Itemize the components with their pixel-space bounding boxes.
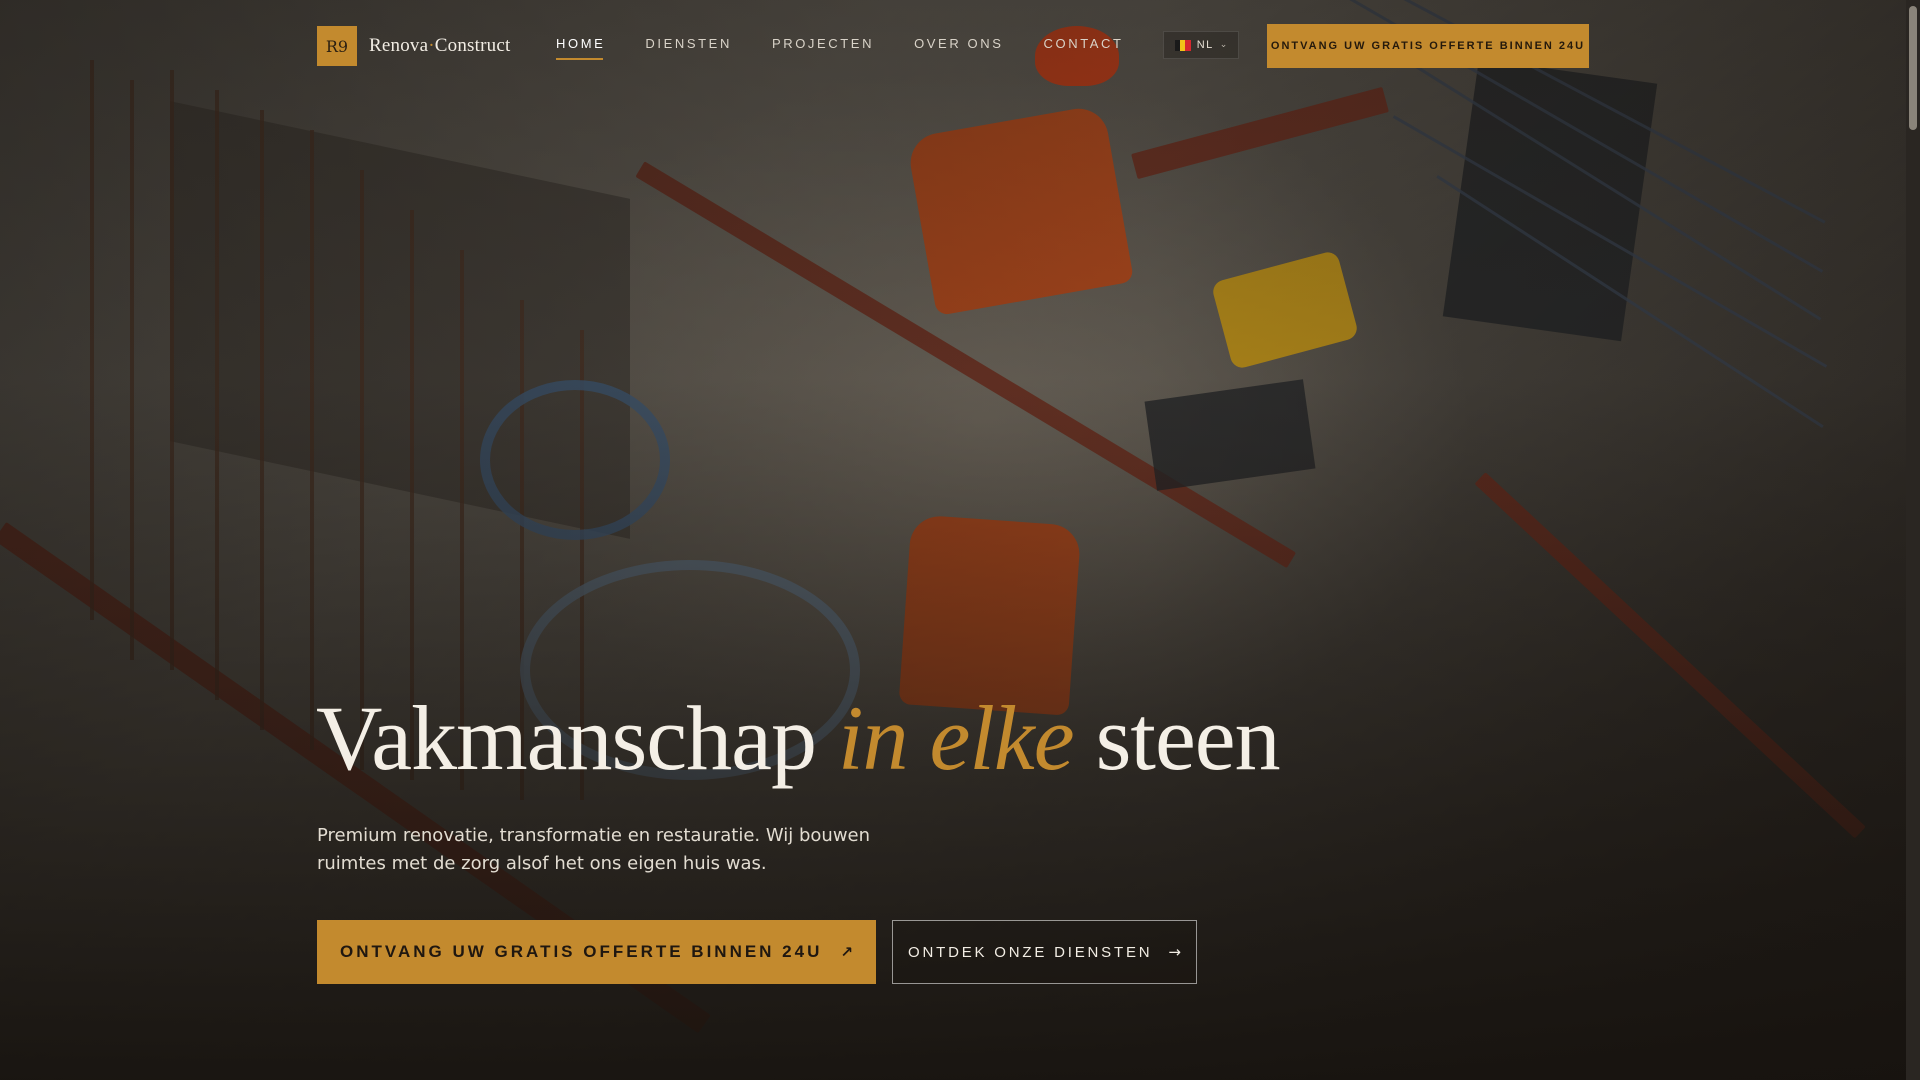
logo-name-part1: Renova bbox=[369, 35, 429, 56]
nav-item-home[interactable]: HOME bbox=[556, 36, 605, 60]
site-header: R9 Renova·Construct HOME DIENSTEN PROJEC… bbox=[0, 0, 1906, 92]
logo-mark: R9 bbox=[317, 26, 357, 66]
scrollbar[interactable] bbox=[1906, 0, 1920, 1080]
nav-item-over-ons[interactable]: OVER ONS bbox=[914, 36, 1003, 51]
hero-title: Vakmanschap in elke steen bbox=[316, 687, 1281, 789]
hero-title-part2: steen bbox=[1095, 687, 1281, 789]
logo-text: Renova·Construct bbox=[369, 35, 510, 57]
language-selector[interactable]: NL ⌄ bbox=[1163, 31, 1239, 59]
nav-item-projecten[interactable]: PROJECTEN bbox=[772, 36, 874, 51]
chevron-down-icon: ⌄ bbox=[1219, 40, 1228, 50]
belgium-flag-icon bbox=[1174, 39, 1191, 51]
hero-overlay bbox=[0, 0, 1920, 1080]
arrow-right-icon: → bbox=[1168, 943, 1181, 961]
main-nav: HOME DIENSTEN PROJECTEN OVER ONS CONTACT bbox=[556, 36, 1164, 60]
hero-services-button-label: ONTDEK ONZE DIENSTEN bbox=[908, 943, 1153, 961]
hero-services-button[interactable]: ONTDEK ONZE DIENSTEN → bbox=[892, 920, 1197, 984]
nav-item-contact[interactable]: CONTACT bbox=[1044, 36, 1124, 51]
logo[interactable]: R9 Renova·Construct bbox=[317, 26, 510, 66]
hero-quote-button[interactable]: ONTVANG UW GRATIS OFFERTE BINNEN 24U ↗ bbox=[317, 920, 876, 984]
hero-title-part1: Vakmanschap bbox=[316, 687, 817, 789]
hero-title-accent: in elke bbox=[837, 687, 1075, 789]
hero-subtitle: Premium renovatie, transformatie en rest… bbox=[317, 825, 871, 874]
arrow-up-right-icon: ↗ bbox=[840, 943, 853, 961]
header-quote-button[interactable]: ONTVANG UW GRATIS OFFERTE BINNEN 24U bbox=[1267, 24, 1589, 68]
nav-item-diensten[interactable]: DIENSTEN bbox=[645, 36, 732, 51]
scrollbar-thumb[interactable] bbox=[1909, 6, 1917, 130]
hero-quote-button-label: ONTVANG UW GRATIS OFFERTE BINNEN 24U bbox=[340, 942, 823, 961]
language-code: NL bbox=[1196, 39, 1214, 51]
logo-name-part2: Construct bbox=[434, 35, 511, 56]
